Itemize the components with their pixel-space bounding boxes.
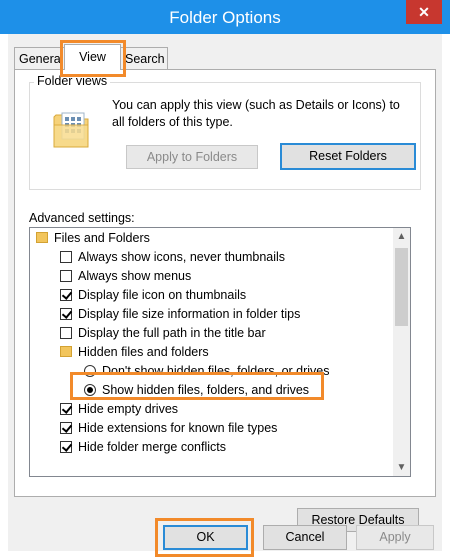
- folder-views-group: Folder views You can apply this view (su…: [29, 74, 421, 190]
- close-button[interactable]: ✕: [406, 0, 442, 24]
- list-item: Hidden files and folders: [60, 343, 209, 361]
- folder-icon: [60, 346, 72, 357]
- vertical-scrollbar[interactable]: ▲ ▼: [393, 228, 410, 476]
- list-item[interactable]: Hide folder merge conflicts: [60, 438, 226, 456]
- folder-view-icon: [53, 112, 89, 148]
- list-item-label: Always show menus: [78, 269, 192, 283]
- apply-to-folders-button[interactable]: Apply to Folders: [126, 145, 258, 169]
- advanced-settings-tree[interactable]: Files and Folders Always show icons, nev…: [29, 227, 411, 477]
- list-item-label: Hidden files and folders: [78, 345, 209, 359]
- list-item-label: Files and Folders: [54, 231, 150, 245]
- list-item-label: Display file icon on thumbnails: [78, 288, 247, 302]
- list-item-label: Display the full path in the title bar: [78, 326, 266, 340]
- reset-folders-button[interactable]: Reset Folders: [280, 143, 416, 170]
- checkbox[interactable]: [60, 251, 72, 263]
- list-item[interactable]: Always show menus: [60, 267, 191, 285]
- folder-icon: [36, 232, 48, 243]
- tab-general[interactable]: General: [14, 47, 65, 69]
- tab-search[interactable]: Search: [120, 47, 168, 69]
- checkbox-checked[interactable]: [60, 308, 72, 320]
- scroll-down-arrow-icon[interactable]: ▼: [393, 459, 410, 476]
- list-item-label: Display file size information in folder …: [78, 307, 301, 321]
- checkbox-checked[interactable]: [60, 289, 72, 301]
- apply-button[interactable]: Apply: [356, 525, 434, 550]
- list-item[interactable]: Display the full path in the title bar: [60, 324, 266, 342]
- scroll-up-arrow-icon[interactable]: ▲: [393, 228, 410, 245]
- advanced-settings-label: Advanced settings:: [29, 211, 135, 225]
- checkbox-checked[interactable]: [60, 403, 72, 415]
- list-item: Files and Folders: [36, 229, 150, 247]
- title-bar: Folder Options ✕: [0, 0, 450, 34]
- list-item[interactable]: Hide extensions for known file types: [60, 419, 277, 437]
- view-tab-panel: Folder views You can apply this view (su…: [14, 69, 436, 532]
- list-item[interactable]: Display file icon on thumbnails: [60, 286, 246, 304]
- list-item-label: Always show icons, never thumbnails: [78, 250, 286, 264]
- list-item-label: Hide extensions for known file types: [78, 421, 278, 435]
- view-tab-highlight: [60, 40, 126, 77]
- cancel-button[interactable]: Cancel: [263, 525, 347, 550]
- list-item-label: Hide folder merge conflicts: [78, 440, 226, 454]
- list-item[interactable]: Hide empty drives: [60, 400, 178, 418]
- checkbox[interactable]: [60, 270, 72, 282]
- checkbox-checked[interactable]: [60, 441, 72, 453]
- list-item[interactable]: Display file size information in folder …: [60, 305, 300, 323]
- window-title: Folder Options: [169, 8, 281, 27]
- folder-views-description: You can apply this view (such as Details…: [112, 98, 400, 129]
- ok-button-highlight: [155, 518, 254, 557]
- checkbox-checked[interactable]: [60, 422, 72, 434]
- scrollbar-thumb[interactable]: [395, 248, 408, 326]
- checkbox[interactable]: [60, 327, 72, 339]
- show-hidden-highlight: [70, 372, 324, 400]
- dialog-body: General View Search Folder views You can…: [8, 34, 442, 551]
- list-item-label: Hide empty drives: [78, 402, 179, 416]
- list-item[interactable]: Always show icons, never thumbnails: [60, 248, 285, 266]
